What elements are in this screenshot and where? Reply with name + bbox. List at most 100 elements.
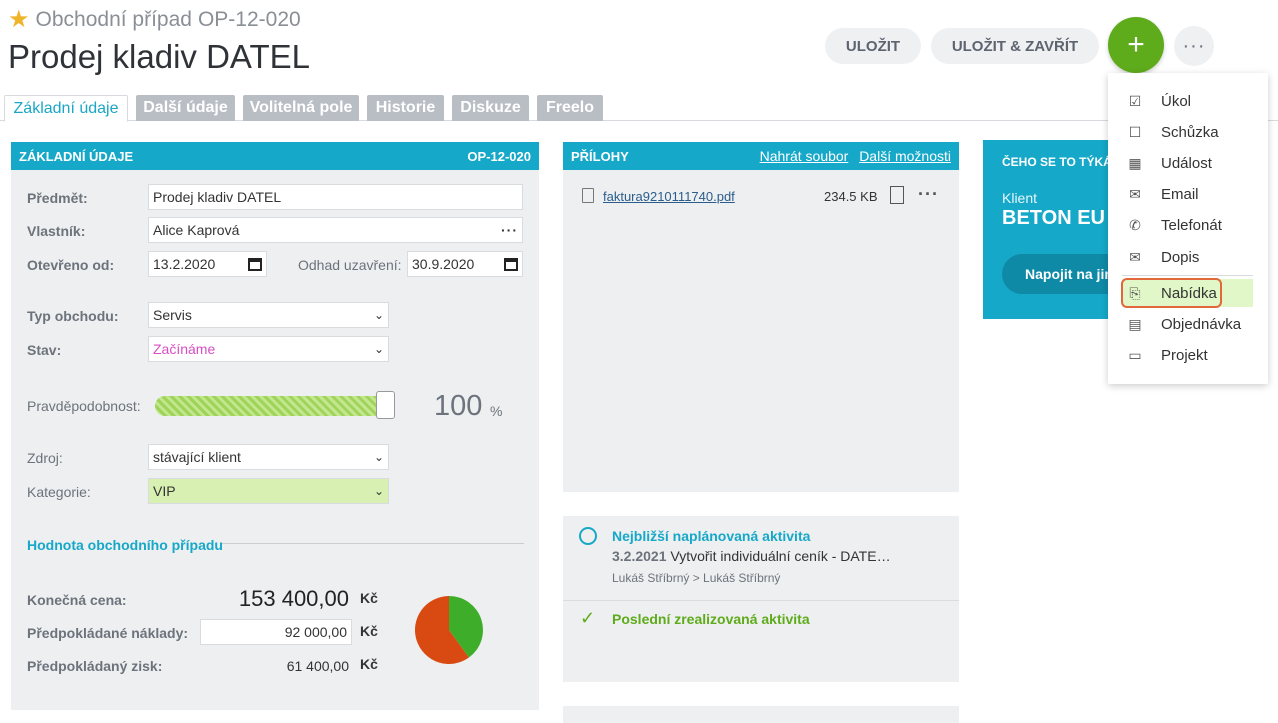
more-options-link[interactable]: Další možnosti xyxy=(859,148,951,164)
source-value: stávající klient xyxy=(153,449,241,465)
page-title: Prodej kladiv DATEL xyxy=(8,38,311,75)
file-options-icon[interactable]: ··· xyxy=(918,184,939,205)
probability-slider-handle[interactable] xyxy=(376,391,395,419)
menu-item-letter[interactable]: ✉ Dopis xyxy=(1108,243,1268,271)
attachment-file-size: 234.5 KB xyxy=(824,189,878,204)
calendar-icon[interactable] xyxy=(248,257,262,271)
last-activity-title: Poslední zrealizovaná aktivita xyxy=(612,611,810,627)
save-close-button[interactable]: ULOŽIT & ZAVŘÍT xyxy=(931,28,1099,64)
upload-file-link[interactable]: Nahrát soubor xyxy=(760,148,849,164)
tab-history[interactable]: Historie xyxy=(367,95,444,121)
basic-info-title: ZÁKLADNÍ ÚDAJE xyxy=(19,148,134,164)
source-label: Zdroj: xyxy=(27,450,63,466)
final-price-label: Konečná cena: xyxy=(27,592,127,608)
client-value[interactable]: BETON EU xyxy=(1002,207,1105,230)
menu-item-email[interactable]: ✉ Email xyxy=(1108,180,1268,208)
order-icon: ▤ xyxy=(1128,315,1142,332)
tab-more-info[interactable]: Další údaje xyxy=(136,95,235,121)
add-menu: ☑ Úkol ☐ Schůzka ▦ Událost ✉ Email ✆ Tel… xyxy=(1108,73,1268,384)
profit-value: 61 400,00 xyxy=(286,658,349,674)
opened-date-value: 13.2.2020 xyxy=(153,256,216,272)
close-estimate-label: Odhad uzavření: xyxy=(298,257,402,273)
type-value: Servis xyxy=(153,307,192,323)
bottom-panel xyxy=(563,706,959,723)
folder-icon: ▭ xyxy=(1128,346,1142,363)
probability-label: Pravděpodobnost: xyxy=(27,398,141,414)
ellipsis-icon[interactable]: ··· xyxy=(501,222,518,238)
menu-item-label: Událost xyxy=(1161,154,1212,172)
menu-item-label: Objednávka xyxy=(1161,315,1242,333)
menu-item-label: Úkol xyxy=(1161,92,1192,110)
next-activity-desc: Vytvořit individuální ceník - DATE… xyxy=(670,548,891,564)
calendar-icon: ▦ xyxy=(1128,154,1142,171)
profit-label: Předpokládaný zisk: xyxy=(27,658,163,674)
tab-bar: Základní údaje Další údaje Volitelná pol… xyxy=(0,95,1278,122)
client-label: Klient xyxy=(1002,190,1038,206)
final-price-value: 153 400,00 xyxy=(238,586,349,611)
next-activity-title: Nejbližší naplánovaná aktivita xyxy=(612,528,811,544)
opened-label: Otevřeno od: xyxy=(27,257,115,273)
next-activity-item[interactable]: 3.2.2021 Vytvořit individuální ceník - D… xyxy=(612,548,891,564)
tab-custom-fields[interactable]: Volitelná pole xyxy=(243,95,359,121)
tab-discussion[interactable]: Diskuze xyxy=(452,95,529,121)
task-icon: ☑ xyxy=(1128,92,1142,109)
tab-freelo[interactable]: Freelo xyxy=(537,95,603,121)
menu-item-order[interactable]: ▤ Objednávka xyxy=(1108,310,1268,338)
checkmark-icon: ✓ xyxy=(580,608,596,628)
add-button[interactable]: + xyxy=(1108,17,1164,73)
attachments-header: PŘÍLOHY Nahrát soubor Další možnosti xyxy=(563,142,959,170)
basic-info-header: ZÁKLADNÍ ÚDAJE OP-12-020 xyxy=(11,142,539,170)
breadcrumb-label: Obchodní případ xyxy=(35,8,192,31)
close-date-value: 30.9.2020 xyxy=(412,256,475,272)
cost-label: Předpokládané náklady: xyxy=(27,625,189,641)
state-select[interactable]: Začínáme ⌄ xyxy=(148,336,389,362)
subject-label: Předmět: xyxy=(27,190,88,206)
currency-label: Kč xyxy=(360,623,378,639)
preview-icon[interactable] xyxy=(890,186,904,204)
menu-item-event[interactable]: ▦ Událost xyxy=(1108,149,1268,177)
value-pie-chart xyxy=(415,596,483,664)
menu-item-label: Dopis xyxy=(1161,248,1200,266)
menu-item-meeting[interactable]: ☐ Schůzka xyxy=(1108,118,1268,146)
menu-item-project[interactable]: ▭ Projekt xyxy=(1108,341,1268,369)
category-value: VIP xyxy=(153,483,176,499)
state-label: Stav: xyxy=(27,342,62,358)
source-select[interactable]: stávající klient ⌄ xyxy=(148,444,389,470)
category-label: Kategorie: xyxy=(27,484,91,500)
chevron-down-icon: ⌄ xyxy=(373,342,384,356)
star-icon[interactable]: ★ xyxy=(8,8,30,32)
divider xyxy=(563,600,959,601)
type-select[interactable]: Servis ⌄ xyxy=(148,302,389,328)
menu-item-label: Schůzka xyxy=(1161,123,1219,141)
owner-field[interactable]: Alice Kaprová ··· xyxy=(148,217,523,243)
file-icon xyxy=(582,188,594,203)
subject-input[interactable]: Prodej kladiv DATEL xyxy=(148,184,523,210)
menu-item-label: Telefonát xyxy=(1161,216,1222,234)
attachment-file-link[interactable]: faktura9210111740.pdf xyxy=(603,189,735,204)
owner-value: Alice Kaprová xyxy=(153,222,240,238)
currency-label: Kč xyxy=(360,656,378,672)
save-button[interactable]: ULOŽIT xyxy=(825,28,921,64)
next-activity-date: 3.2.2021 xyxy=(612,548,667,564)
chevron-down-icon: ⌄ xyxy=(373,308,384,322)
clock-icon xyxy=(579,527,597,545)
menu-item-phone[interactable]: ✆ Telefonát xyxy=(1108,211,1268,239)
more-options-button[interactable]: ··· xyxy=(1174,26,1214,66)
calendar-icon[interactable] xyxy=(504,257,518,271)
meeting-icon: ☐ xyxy=(1128,123,1142,140)
record-id: OP-12-020 xyxy=(197,8,301,31)
opened-date-input[interactable]: 13.2.2020 xyxy=(148,251,267,277)
tab-basic[interactable]: Základní údaje xyxy=(4,95,128,122)
close-date-input[interactable]: 30.9.2020 xyxy=(407,251,523,277)
phone-icon: ✆ xyxy=(1129,216,1141,233)
probability-slider[interactable] xyxy=(155,396,393,416)
attachments-title: PŘÍLOHY xyxy=(571,148,629,164)
related-title: ČEHO SE TO TÝKÁ xyxy=(1002,155,1112,169)
category-select[interactable]: VIP ⌄ xyxy=(148,478,389,504)
chevron-down-icon: ⌄ xyxy=(373,450,384,464)
value-section-title: Hodnota obchodního případu xyxy=(27,537,223,553)
currency-label: Kč xyxy=(360,590,378,606)
cost-input[interactable]: 92 000,00 xyxy=(200,619,352,645)
menu-item-task[interactable]: ☑ Úkol xyxy=(1108,87,1268,115)
probability-unit: % xyxy=(490,403,503,419)
